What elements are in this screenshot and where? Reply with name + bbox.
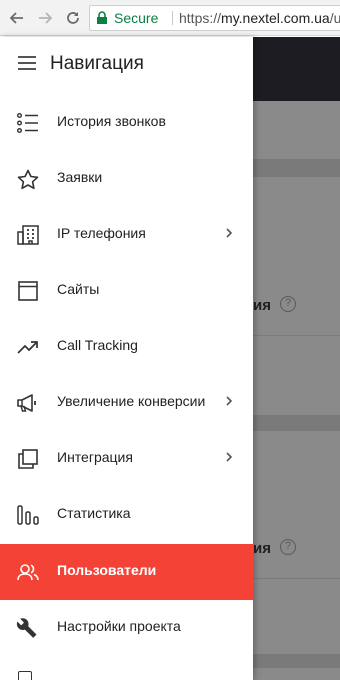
address-bar[interactable]: Secure https://my.nextel.com.ua/u [89, 5, 340, 31]
omnibox-separator [172, 11, 173, 25]
menu-item-integration[interactable]: Интеграция [0, 431, 253, 487]
menu-item-sites[interactable]: Сайты [0, 263, 253, 319]
office-building-icon [16, 223, 40, 247]
next-item-icon [18, 671, 32, 680]
arrow-left-icon [9, 12, 23, 24]
help-icon[interactable]: ? [280, 296, 296, 312]
menu-item-label: Интеграция [57, 449, 133, 465]
drawer-header: Навигация [0, 37, 253, 93]
reload-button[interactable] [62, 7, 84, 29]
page-section-divider [253, 654, 340, 668]
url-domain: my.nextel.com.ua [221, 10, 330, 26]
drawer-title: Навигация [50, 53, 144, 74]
menu-item-label: Сайты [57, 281, 100, 297]
page-text-fragment: ия [253, 297, 271, 314]
help-icon[interactable]: ? [280, 539, 296, 555]
star-icon [16, 167, 40, 191]
menu-item-label: IP телефония [57, 225, 146, 241]
url-text: https://my.nextel.com.ua/u [179, 6, 340, 30]
menu-item-call-tracking[interactable]: Call Tracking [0, 319, 253, 375]
chevron-right-icon [226, 452, 233, 462]
menu-item-statistics[interactable]: Статистика [0, 487, 253, 543]
page-section-divider [253, 415, 340, 431]
menu-item-label: Call Tracking [57, 337, 138, 353]
menu-item-call-history[interactable]: История звонков [0, 95, 253, 151]
menu-item-label: Заявки [57, 169, 103, 185]
page-divider [253, 578, 340, 579]
browser-toolbar: Secure https://my.nextel.com.ua/u [0, 0, 340, 36]
menu-item-label: Увеличение конверсии [57, 393, 206, 409]
secure-label: Secure [114, 10, 159, 26]
page-section-divider [253, 159, 340, 177]
trending-up-icon [16, 335, 40, 359]
forward-button[interactable] [34, 7, 56, 29]
users-icon [16, 560, 40, 584]
hamburger-menu-icon[interactable] [18, 56, 36, 70]
menu-item-label: Настройки проекта [57, 618, 181, 634]
back-button[interactable] [6, 7, 28, 29]
navigation-drawer: Навигация История звонков Заявки IP теле… [0, 37, 253, 680]
menu-item-conversion[interactable]: Увеличение конверсии [0, 375, 253, 431]
menu-item-project-settings[interactable]: Настройки проекта [0, 600, 253, 656]
lock-icon [97, 11, 107, 24]
megaphone-icon [16, 391, 40, 415]
menu-item-ip-telephony[interactable]: IP телефония [0, 207, 253, 263]
page-text-fragment: ия [253, 540, 271, 557]
menu-item-users[interactable]: Пользователи [0, 544, 253, 600]
wrench-icon [16, 616, 40, 640]
menu-item-label: История звонков [57, 113, 166, 129]
chevron-right-icon [226, 228, 233, 238]
browser-window-icon [16, 279, 40, 303]
menu-item-label: Пользователи [57, 562, 157, 578]
bar-chart-icon [16, 503, 40, 527]
menu-item-requests[interactable]: Заявки [0, 151, 253, 207]
page-divider [253, 335, 340, 336]
url-path: /u [329, 10, 340, 26]
url-scheme: https:// [179, 10, 222, 26]
call-history-list-icon [16, 111, 40, 135]
arrow-right-icon [39, 12, 53, 24]
layers-icon [16, 447, 40, 471]
chevron-right-icon [226, 396, 233, 406]
menu-item-label: Статистика [57, 505, 131, 521]
reload-icon [67, 12, 79, 24]
